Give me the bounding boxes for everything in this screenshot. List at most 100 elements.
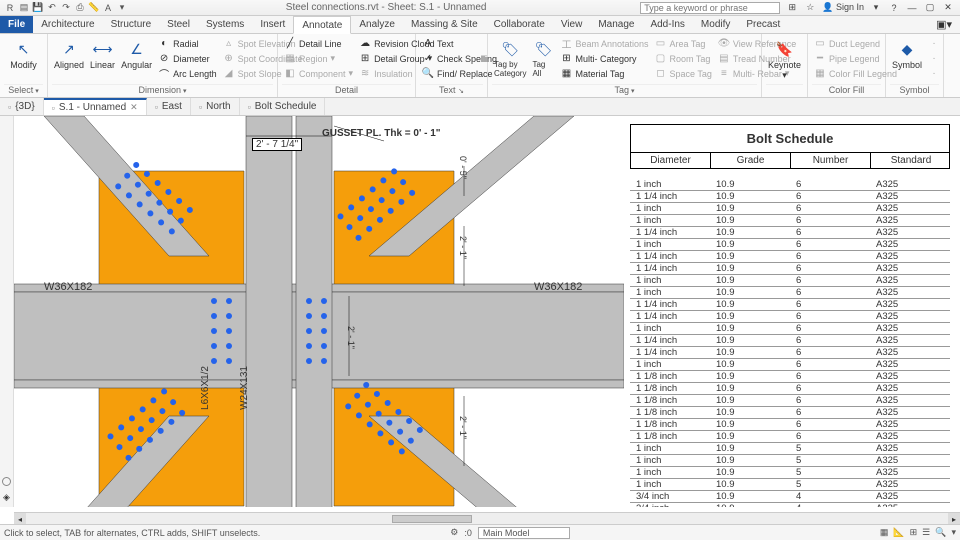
- ribbon-toggle-icon[interactable]: ▣▾: [936, 18, 952, 31]
- menu-tab-addins[interactable]: Add-Ins: [642, 16, 692, 33]
- aligned-button[interactable]: ↗Aligned: [52, 36, 86, 72]
- area-tag-button[interactable]: ▭Area Tag: [653, 36, 714, 51]
- scroll-thumb[interactable]: [392, 515, 472, 523]
- detail-line-button[interactable]: ╱Detail Line: [282, 36, 355, 51]
- space-tag-button[interactable]: ◻Space Tag: [653, 66, 714, 81]
- component-button[interactable]: ◧Component ▾: [282, 66, 355, 81]
- table-row[interactable]: 1 1/8 inch10.96A325: [630, 371, 950, 383]
- table-row[interactable]: 1 inch10.95A325: [630, 467, 950, 479]
- menu-tab-annotate[interactable]: Annotate: [293, 16, 351, 34]
- tag-by-cat-button[interactable]: 🏷Tag by Category: [492, 36, 528, 80]
- print-icon[interactable]: ⎙: [74, 2, 86, 14]
- drawing-canvas[interactable]: 2' - 7 1/4" GUSSET PL. Thk = 0' - 1" 0' …: [14, 116, 960, 507]
- si3[interactable]: ⊞: [910, 527, 918, 538]
- measure-icon[interactable]: 📏: [88, 2, 100, 14]
- table-row[interactable]: 1 inch10.96A325: [630, 203, 950, 215]
- view-tab[interactable]: ▫Bolt Schedule: [240, 98, 326, 115]
- diameter-button[interactable]: ⊘Diameter: [156, 51, 219, 66]
- linear-button[interactable]: ⟷Linear: [88, 36, 117, 72]
- region-button[interactable]: ▦Region ▾: [282, 51, 355, 66]
- symbol-button[interactable]: ◆Symbol: [890, 36, 924, 72]
- save-icon[interactable]: 💾: [32, 2, 44, 14]
- status-icon[interactable]: ⚙: [450, 527, 458, 538]
- nav-icon[interactable]: ◈: [3, 492, 10, 503]
- signin-button[interactable]: 👤 Sign In: [822, 2, 864, 13]
- app-menu-icon[interactable]: ⊞: [786, 2, 798, 14]
- table-row[interactable]: 3/4 inch10.94A325: [630, 491, 950, 503]
- angular-button[interactable]: ∠Angular: [119, 36, 154, 72]
- menu-tab-massingsite[interactable]: Massing & Site: [403, 16, 486, 33]
- menu-tab-collaborate[interactable]: Collaborate: [486, 16, 553, 33]
- room-tag-button[interactable]: ▢Room Tag: [653, 51, 714, 66]
- view-tab[interactable]: ▫North: [191, 98, 240, 115]
- menu-tab-structure[interactable]: Structure: [103, 16, 160, 33]
- table-row[interactable]: 1 1/4 inch10.96A325: [630, 251, 950, 263]
- open-icon[interactable]: ▤: [18, 2, 30, 14]
- si1[interactable]: ▦: [880, 527, 889, 538]
- table-row[interactable]: 1 1/8 inch10.96A325: [630, 407, 950, 419]
- table-row[interactable]: 1 1/8 inch10.96A325: [630, 395, 950, 407]
- view-tab[interactable]: ▫East: [147, 98, 191, 115]
- menu-tab-insert[interactable]: Insert: [252, 16, 293, 33]
- view-tab[interactable]: ▫S.1 - Unnamed✕: [44, 98, 147, 115]
- menu-tab-view[interactable]: View: [553, 16, 591, 33]
- model-selector[interactable]: Main Model: [478, 527, 571, 539]
- table-row[interactable]: 1 1/4 inch10.96A325: [630, 311, 950, 323]
- close-tab-icon[interactable]: ✕: [130, 102, 138, 113]
- table-row[interactable]: 1 inch10.96A325: [630, 287, 950, 299]
- view-tab[interactable]: ▫{3D}: [0, 98, 44, 115]
- text-icon[interactable]: A: [102, 2, 114, 14]
- table-row[interactable]: 1 inch10.96A325: [630, 359, 950, 371]
- more-icon[interactable]: ▾: [116, 2, 128, 14]
- table-row[interactable]: 1 1/4 inch10.96A325: [630, 335, 950, 347]
- beam-ann-button[interactable]: 工Beam Annotations: [558, 36, 650, 51]
- si4[interactable]: ☰: [922, 527, 930, 538]
- menu-tab-systems[interactable]: Systems: [198, 16, 252, 33]
- modify-button[interactable]: ↖ Modify: [4, 36, 43, 72]
- table-row[interactable]: 1 1/4 inch10.96A325: [630, 347, 950, 359]
- app-icon[interactable]: R: [4, 2, 16, 14]
- table-row[interactable]: 1 1/4 inch10.96A325: [630, 263, 950, 275]
- sym2[interactable]: ·: [926, 51, 942, 66]
- sym3[interactable]: ·: [926, 66, 942, 81]
- table-row[interactable]: 1 1/4 inch10.96A325: [630, 227, 950, 239]
- menu-tab-analyze[interactable]: Analyze: [351, 16, 403, 33]
- menu-tab-file[interactable]: File: [0, 16, 33, 33]
- sym1[interactable]: ·: [926, 36, 942, 51]
- undo-icon[interactable]: ↶: [46, 2, 58, 14]
- horizontal-scrollbar[interactable]: ◂ ▸: [14, 512, 960, 524]
- material-tag-button[interactable]: ▦Material Tag: [558, 66, 650, 81]
- table-row[interactable]: 1 inch10.95A325: [630, 455, 950, 467]
- minimize-icon[interactable]: —: [906, 2, 918, 14]
- menu-tab-architecture[interactable]: Architecture: [33, 16, 102, 33]
- menu-tab-manage[interactable]: Manage: [590, 16, 642, 33]
- table-row[interactable]: 1 inch10.96A325: [630, 323, 950, 335]
- table-row[interactable]: 1 inch10.96A325: [630, 215, 950, 227]
- redo-icon[interactable]: ↷: [60, 2, 72, 14]
- arc-button[interactable]: ⌒Arc Length: [156, 66, 219, 81]
- star-icon[interactable]: ☆: [804, 2, 816, 14]
- table-row[interactable]: 1 1/8 inch10.96A325: [630, 383, 950, 395]
- tag-all-button[interactable]: 🏷Tag All: [530, 36, 556, 80]
- table-row[interactable]: 1 1/8 inch10.96A325: [630, 431, 950, 443]
- multi-cat-button[interactable]: ⊞Multi- Category: [558, 51, 650, 66]
- table-row[interactable]: 1 1/8 inch10.96A325: [630, 419, 950, 431]
- table-row[interactable]: 3/4 inch10.94A325: [630, 503, 950, 507]
- table-row[interactable]: 1 inch10.95A325: [630, 479, 950, 491]
- nav-dot-icon[interactable]: [2, 477, 11, 486]
- search-input[interactable]: [640, 2, 780, 14]
- table-row[interactable]: 1 inch10.95A325: [630, 443, 950, 455]
- si2[interactable]: 📐: [893, 527, 904, 538]
- help-icon[interactable]: ?: [888, 2, 900, 14]
- si6[interactable]: ▾: [951, 527, 956, 538]
- table-row[interactable]: 1 1/4 inch10.96A325: [630, 191, 950, 203]
- close-icon[interactable]: ✕: [942, 2, 954, 14]
- maximize-icon[interactable]: ▢: [924, 2, 936, 14]
- table-row[interactable]: 1 inch10.96A325: [630, 239, 950, 251]
- keynote-button[interactable]: 🔖Keynote▾: [766, 36, 803, 83]
- table-row[interactable]: 1 inch10.96A325: [630, 179, 950, 191]
- menu-tab-modify[interactable]: Modify: [693, 16, 738, 33]
- table-row[interactable]: 1 1/4 inch10.96A325: [630, 299, 950, 311]
- radial-button[interactable]: ◐Radial: [156, 36, 219, 51]
- si5[interactable]: 🔍: [935, 527, 946, 538]
